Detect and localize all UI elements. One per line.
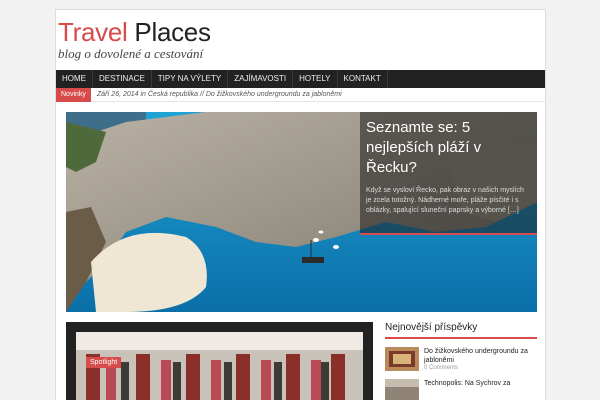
site-title-part2: Places xyxy=(134,17,211,47)
news-ticker: Novinky Září 26, 2014 in Česká republika… xyxy=(56,87,545,102)
featured-title[interactable]: Seznamte se: 5 nejlepších pláží v Řecku? xyxy=(366,118,531,178)
main-nav: HOME DESTINACE TIPY NA VÝLETY ZAJÍMAVOST… xyxy=(56,70,545,88)
site-header: Travel Places blog o dovolené a cestován… xyxy=(56,10,545,70)
page-container: Travel Places blog o dovolené a cestován… xyxy=(55,9,546,400)
recent-post-item[interactable]: Do žižkovského undergroundu za jabloněmi… xyxy=(385,347,537,371)
recent-post-thumbnail xyxy=(385,379,419,400)
featured-excerpt: Když se vysloví Řecko, pak obraz v našic… xyxy=(366,187,524,214)
featured-post[interactable]: Seznamte se: 5 nejlepších pláží v Řecku?… xyxy=(66,112,537,312)
ticker-label: Novinky xyxy=(56,87,91,102)
nav-item-tipy-na-vylety[interactable]: TIPY NA VÝLETY xyxy=(152,70,229,88)
nav-item-zajimavosti[interactable]: ZAJÍMAVOSTI xyxy=(228,70,294,88)
nav-item-hotely[interactable]: HOTELY xyxy=(293,70,338,88)
site-title[interactable]: Travel Places xyxy=(58,18,211,46)
recent-post-thumbnail xyxy=(385,347,419,371)
site-tagline: blog o dovolené a cestování xyxy=(58,46,204,61)
site-title-part1: Travel xyxy=(58,17,128,47)
recent-post-comments[interactable]: 0 Comments xyxy=(424,365,537,371)
spotlight-label: Spotlight xyxy=(86,357,122,368)
recent-post-item[interactable]: Technopolis: Na Sychrov za xyxy=(385,379,537,400)
featured-caption: Seznamte se: 5 nejlepších pláží v Řecku?… xyxy=(360,112,537,235)
recent-post-title[interactable]: Do žižkovského undergroundu za jabloněmi xyxy=(424,347,537,365)
recent-post-title[interactable]: Technopolis: Na Sychrov za xyxy=(424,379,510,388)
ticker-text[interactable]: Září 26, 2014 in Česká republika // Do ž… xyxy=(91,91,342,98)
spotlight-block[interactable]: Spotlight xyxy=(66,322,373,400)
nav-item-kontakt[interactable]: KONTAKT xyxy=(338,70,388,88)
nav-item-home[interactable]: HOME xyxy=(56,70,93,88)
sidebar-title: Nejnovější příspěvky xyxy=(385,322,537,339)
sidebar-recent-posts: Nejnovější příspěvky Do žižkovského unde… xyxy=(385,322,537,400)
nav-item-destinace[interactable]: DESTINACE xyxy=(93,70,152,88)
